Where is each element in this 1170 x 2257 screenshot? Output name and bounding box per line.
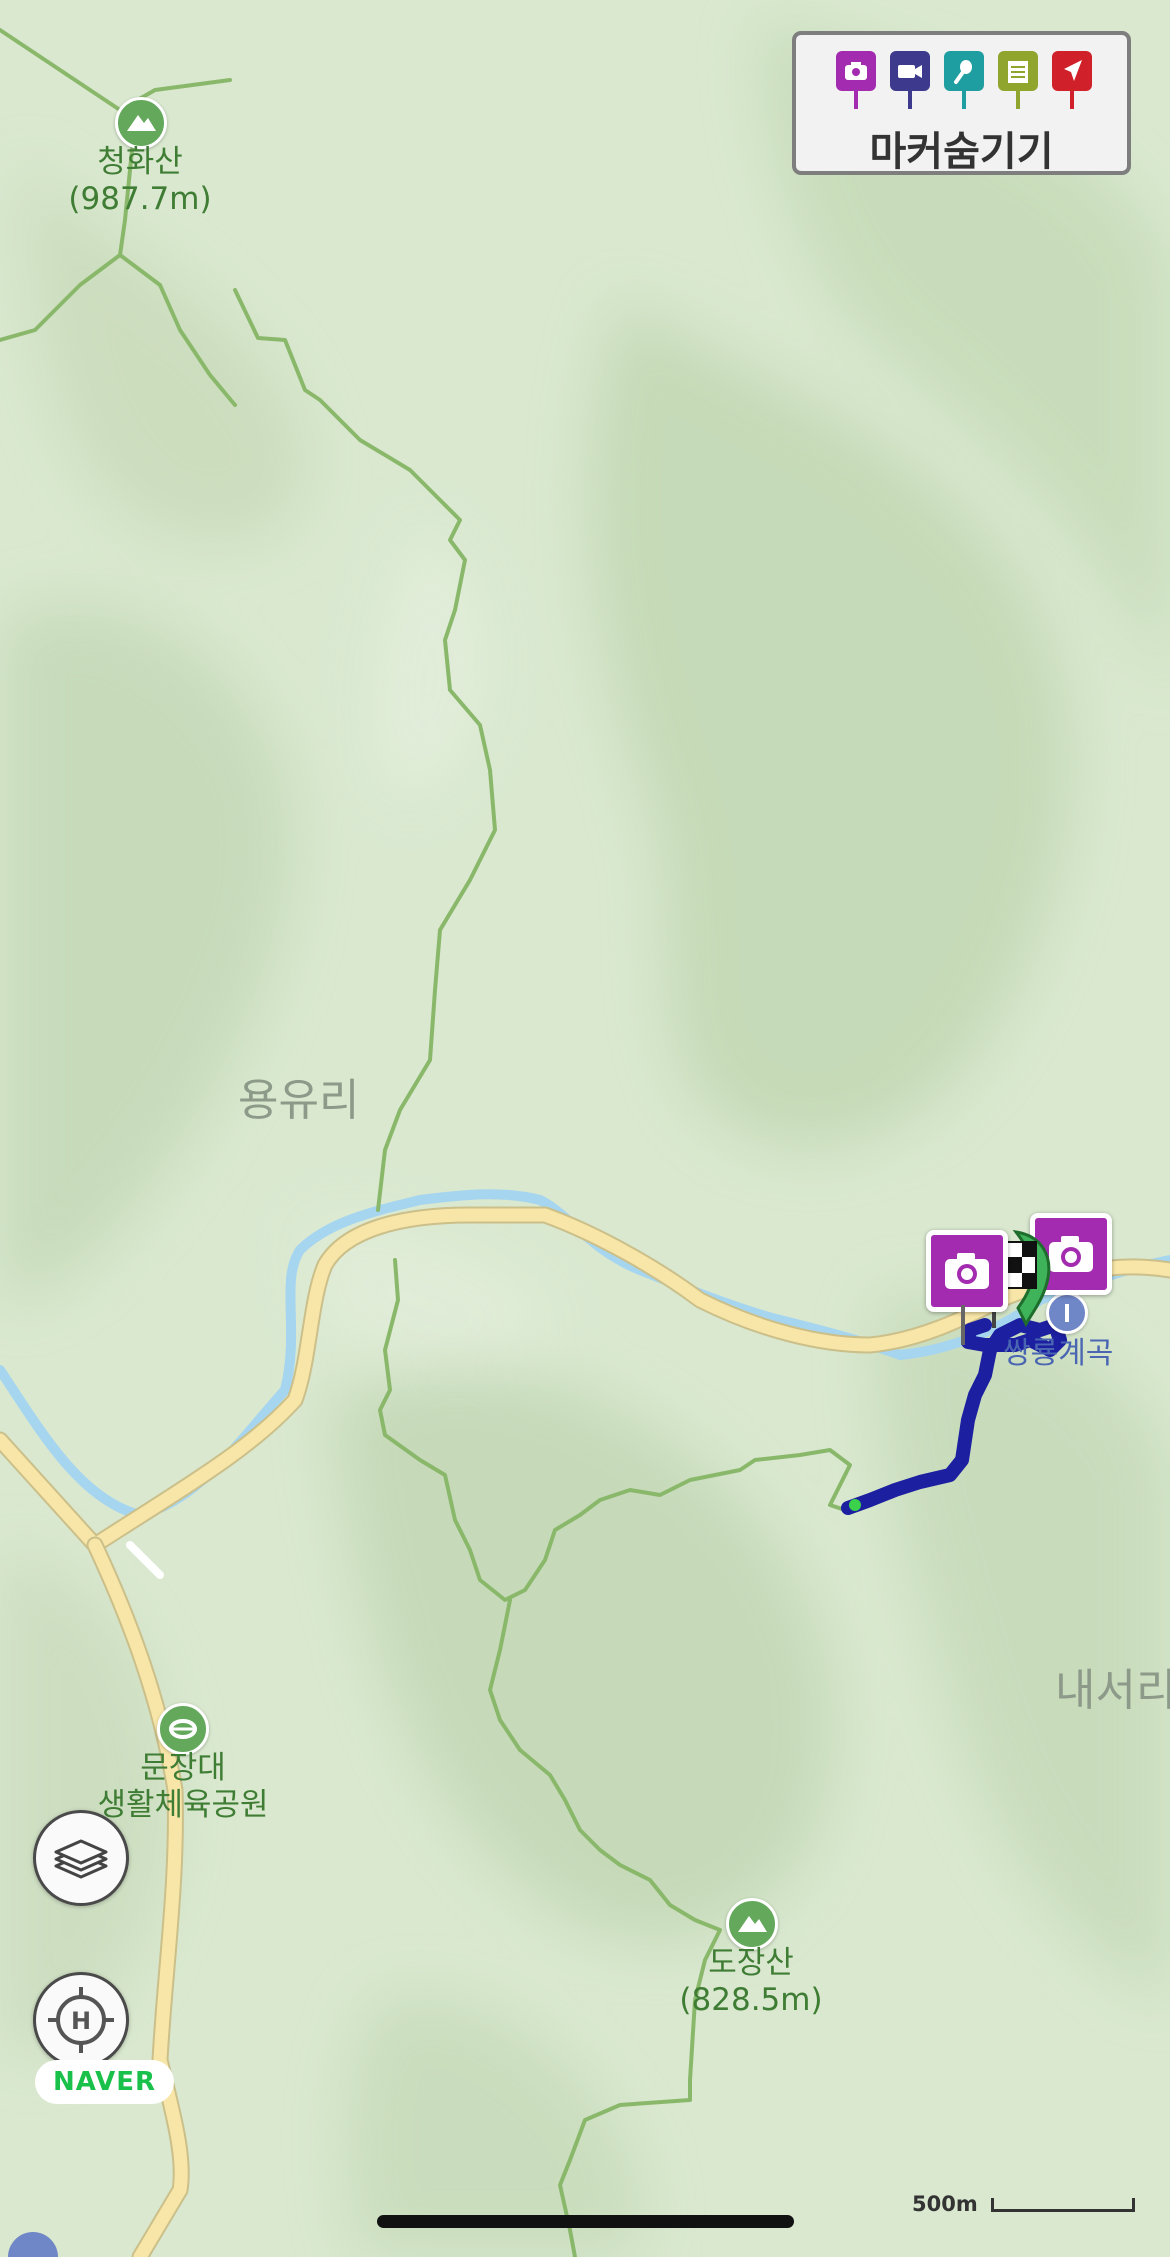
map-base: [0, 0, 1170, 2257]
location-arrow-icon: [1064, 60, 1082, 81]
current-location-button[interactable]: H: [33, 1972, 129, 2068]
marker-hide-label: 마커숨기기: [869, 129, 1054, 175]
camera-icon: [945, 1253, 989, 1289]
svg-text:H: H: [71, 2007, 91, 2035]
location-marker-toggle[interactable]: [1052, 51, 1092, 109]
photo-marker-pin: [961, 1305, 965, 1345]
memo-marker-toggle[interactable]: [998, 51, 1038, 109]
mountain-icon[interactable]: [726, 1898, 778, 1950]
scale-label: 500m: [912, 2192, 978, 2216]
microphone-icon: [954, 60, 972, 84]
map-view[interactable]: 청화산 (987.7m) 도장산 (828.5m) 문장대 생활체육공원 용유리…: [0, 0, 1170, 2257]
memo-icon: [1008, 61, 1028, 83]
camera-marker-toggle[interactable]: [836, 51, 876, 109]
peak-label-dojangsan: 도장산 (828.5m): [679, 1945, 823, 2019]
mountain-icon[interactable]: [115, 97, 167, 149]
village-label-yongyuri: 용유리: [238, 1075, 360, 1126]
track-start-dot: [849, 1499, 861, 1511]
layers-icon: [54, 1839, 108, 1879]
audio-marker-toggle[interactable]: [944, 51, 984, 109]
photo-marker[interactable]: [926, 1230, 1008, 1312]
sports-park-icon[interactable]: [157, 1703, 209, 1755]
marker-hide-button[interactable]: 마커숨기기: [792, 31, 1131, 175]
naver-logo: NAVER: [35, 2060, 174, 2104]
video-marker-toggle[interactable]: [890, 51, 930, 109]
home-indicator[interactable]: [377, 2215, 794, 2228]
place-label-ssangyong-valley: 쌍룡계곡: [1003, 1336, 1114, 1371]
village-label-naeseori: 내서리: [1055, 1665, 1170, 1716]
layers-button[interactable]: [33, 1810, 129, 1906]
camera-icon: [845, 62, 867, 80]
scale-bar: [991, 2198, 1135, 2212]
video-icon: [898, 65, 922, 78]
crosshair-heading-icon: H: [48, 1987, 114, 2053]
peak-label-cheonghwasan: 청화산 (987.7m): [68, 144, 212, 218]
